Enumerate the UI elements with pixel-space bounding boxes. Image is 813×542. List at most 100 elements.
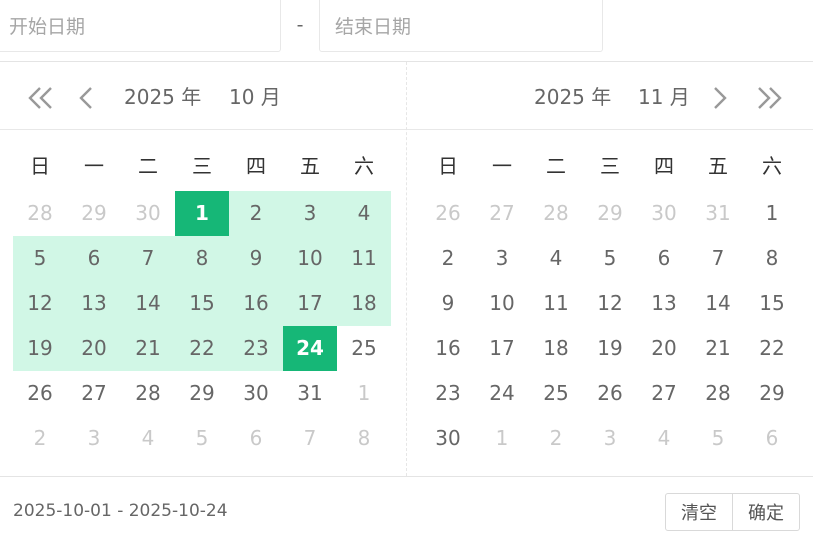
day-cell[interactable]: 21	[121, 326, 175, 371]
day-cell[interactable]: 26	[583, 371, 637, 416]
day-cell-other-month[interactable]: 30	[637, 191, 691, 236]
weekday-header: 四	[654, 154, 674, 178]
day-cell[interactable]: 6	[67, 236, 121, 281]
day-cell[interactable]: 19	[13, 326, 67, 371]
day-cell-other-month[interactable]: 29	[67, 191, 121, 236]
day-cell[interactable]: 1	[745, 191, 799, 236]
day-cell-other-month[interactable]: 4	[121, 416, 175, 461]
day-cell[interactable]: 2	[229, 191, 283, 236]
day-cell-other-month[interactable]: 6	[229, 416, 283, 461]
day-cell-other-month[interactable]: 1	[475, 416, 529, 461]
day-cell[interactable]: 15	[175, 281, 229, 326]
day-cell[interactable]: 22	[745, 326, 799, 371]
end-date-input[interactable]: 结束日期	[319, 0, 603, 52]
day-cell-selected[interactable]: 24	[283, 326, 337, 371]
day-cell[interactable]: 11	[337, 236, 391, 281]
day-cell[interactable]: 25	[529, 371, 583, 416]
day-cell[interactable]: 8	[745, 236, 799, 281]
day-cell[interactable]: 15	[745, 281, 799, 326]
day-cell[interactable]: 7	[691, 236, 745, 281]
right-month-label[interactable]: 11 月	[638, 84, 690, 110]
day-cell-other-month[interactable]: 31	[691, 191, 745, 236]
day-cell[interactable]: 4	[529, 236, 583, 281]
day-cell[interactable]: 2	[421, 236, 475, 281]
day-cell[interactable]: 6	[637, 236, 691, 281]
day-cell[interactable]: 7	[121, 236, 175, 281]
left-year-label[interactable]: 2025 年	[124, 84, 201, 110]
day-cell[interactable]: 3	[475, 236, 529, 281]
day-cell-other-month[interactable]: 5	[175, 416, 229, 461]
day-cell-other-month[interactable]: 28	[529, 191, 583, 236]
confirm-button[interactable]: 确定	[732, 493, 800, 531]
day-cell[interactable]: 13	[67, 281, 121, 326]
day-cell-other-month[interactable]: 2	[529, 416, 583, 461]
day-cell-other-month[interactable]: 8	[337, 416, 391, 461]
day-cell-other-month[interactable]: 4	[637, 416, 691, 461]
day-cell[interactable]: 20	[67, 326, 121, 371]
day-cell-other-month[interactable]: 1	[337, 371, 391, 416]
day-cell-other-month[interactable]: 2	[13, 416, 67, 461]
day-cell[interactable]: 17	[475, 326, 529, 371]
day-cell[interactable]: 5	[583, 236, 637, 281]
day-cell[interactable]: 21	[691, 326, 745, 371]
right-year-label[interactable]: 2025 年	[534, 84, 611, 110]
weekday-header: 二	[138, 154, 158, 178]
day-cell-other-month[interactable]: 3	[583, 416, 637, 461]
day-cell[interactable]: 28	[691, 371, 745, 416]
day-cell-other-month[interactable]: 3	[67, 416, 121, 461]
left-month-label[interactable]: 10 月	[229, 84, 281, 110]
day-cell[interactable]: 9	[229, 236, 283, 281]
range-separator: -	[296, 14, 304, 36]
day-cell-other-month[interactable]: 5	[691, 416, 745, 461]
day-cell[interactable]: 26	[13, 371, 67, 416]
day-cell[interactable]: 16	[421, 326, 475, 371]
day-cell[interactable]: 22	[175, 326, 229, 371]
day-cell[interactable]: 27	[637, 371, 691, 416]
day-cell-other-month[interactable]: 6	[745, 416, 799, 461]
double-chevron-left-icon[interactable]	[27, 86, 57, 110]
day-cell[interactable]: 27	[67, 371, 121, 416]
day-cell[interactable]: 10	[283, 236, 337, 281]
day-cell-other-month[interactable]: 26	[421, 191, 475, 236]
day-cell[interactable]: 14	[691, 281, 745, 326]
day-cell[interactable]: 30	[229, 371, 283, 416]
day-cell[interactable]: 29	[175, 371, 229, 416]
weekday-header: 日	[30, 154, 50, 178]
day-cell[interactable]: 12	[583, 281, 637, 326]
day-cell[interactable]: 29	[745, 371, 799, 416]
day-cell[interactable]: 10	[475, 281, 529, 326]
day-cell-other-month[interactable]: 7	[283, 416, 337, 461]
day-cell[interactable]: 5	[13, 236, 67, 281]
day-cell[interactable]: 9	[421, 281, 475, 326]
day-cell[interactable]: 8	[175, 236, 229, 281]
day-cell[interactable]: 17	[283, 281, 337, 326]
day-cell[interactable]: 18	[337, 281, 391, 326]
day-cell[interactable]: 24	[475, 371, 529, 416]
day-cell[interactable]: 30	[421, 416, 475, 461]
day-cell[interactable]: 14	[121, 281, 175, 326]
day-cell-selected[interactable]: 1	[175, 191, 229, 236]
clear-button[interactable]: 清空	[665, 493, 733, 531]
day-cell-other-month[interactable]: 29	[583, 191, 637, 236]
day-cell[interactable]: 11	[529, 281, 583, 326]
day-cell[interactable]: 16	[229, 281, 283, 326]
day-cell[interactable]: 4	[337, 191, 391, 236]
day-cell-other-month[interactable]: 27	[475, 191, 529, 236]
day-cell-other-month[interactable]: 30	[121, 191, 175, 236]
day-cell[interactable]: 23	[229, 326, 283, 371]
start-date-input[interactable]: 开始日期	[0, 0, 281, 52]
day-cell[interactable]: 23	[421, 371, 475, 416]
day-cell[interactable]: 25	[337, 326, 391, 371]
day-cell[interactable]: 13	[637, 281, 691, 326]
day-cell-other-month[interactable]: 28	[13, 191, 67, 236]
day-cell[interactable]: 18	[529, 326, 583, 371]
day-cell[interactable]: 31	[283, 371, 337, 416]
chevron-right-icon[interactable]	[710, 86, 740, 110]
day-cell[interactable]: 12	[13, 281, 67, 326]
day-cell[interactable]: 19	[583, 326, 637, 371]
day-cell[interactable]: 3	[283, 191, 337, 236]
double-chevron-right-icon[interactable]	[755, 86, 785, 110]
chevron-left-icon[interactable]	[76, 86, 106, 110]
day-cell[interactable]: 28	[121, 371, 175, 416]
day-cell[interactable]: 20	[637, 326, 691, 371]
